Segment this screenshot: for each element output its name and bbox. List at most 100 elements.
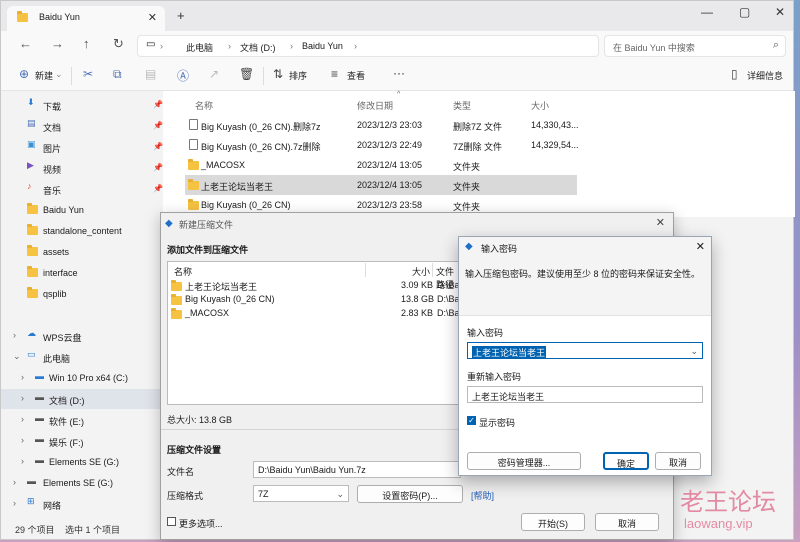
- status-item-count: 29 个项目: [15, 525, 55, 535]
- folder-icon: [27, 266, 38, 277]
- details-button[interactable]: 详细信息: [747, 69, 783, 82]
- sidebar-item-documents[interactable]: ▤ 文档 📌: [1, 116, 163, 136]
- close-window-icon[interactable]: ✕: [775, 5, 785, 19]
- more-options-checkbox[interactable]: [167, 517, 176, 526]
- format-select[interactable]: 7Z ⌄: [253, 485, 349, 502]
- column-name[interactable]: 名称: [195, 99, 213, 112]
- password-hint: 输入压缩包密码。建议使用至少 8 位的密码来保证安全性。: [465, 269, 701, 279]
- search-input[interactable]: 在 Baidu Yun 中搜索 ⌕: [604, 35, 786, 57]
- share-icon[interactable]: ↗: [209, 67, 219, 81]
- details-pane-icon: ▯: [731, 67, 738, 81]
- folder-icon: [171, 294, 182, 305]
- help-link[interactable]: [帮助]: [471, 489, 494, 502]
- tree-item-drive-c[interactable]: › ▬ Win 10 Pro x64 (C:): [1, 368, 161, 388]
- search-icon: ⌕: [772, 39, 779, 51]
- file-list-box[interactable]: 名称 大小 文件路径 上老王论坛当老王 3.09 KB D:\Bai Big K…: [167, 261, 463, 405]
- forward-icon[interactable]: →: [51, 36, 64, 51]
- cancel-button[interactable]: 取消: [655, 452, 701, 470]
- folder-icon: [188, 159, 199, 170]
- list-item[interactable]: 上老王论坛当老王 3.09 KB D:\Bai: [171, 278, 462, 292]
- navigation-pane: ⬇ 下载 📌 ▤ 文档 📌 ▣ 图片 📌 ▶ 视频 📌 ♪ 音乐 📌 Baidu Yun stand…: [1, 91, 163, 517]
- tab-baidu-yun[interactable]: Baidu Yun ✕: [7, 6, 165, 31]
- list-item[interactable]: Big Kuyash (0_26 CN) 13.8 GB D:\Bai: [171, 292, 462, 306]
- breadcrumb-this-pc[interactable]: 此电脑: [186, 41, 213, 54]
- view-button[interactable]: 查看: [347, 69, 365, 82]
- app-icon: ◆: [165, 218, 173, 229]
- sidebar-item-assets[interactable]: assets: [1, 242, 161, 262]
- file-row[interactable]: _MACOSX 2023/12/4 13:05 文件夹: [185, 155, 577, 175]
- confirm-password-input[interactable]: 上老王论坛当老王: [467, 386, 703, 403]
- sidebar-item-qsplib[interactable]: qsplib: [1, 284, 161, 304]
- file-row[interactable]: 上老王论坛当老王 2023/12/4 13:05 文件夹: [185, 175, 577, 195]
- sidebar-item-videos[interactable]: ▶ 视频 📌: [1, 158, 163, 178]
- cut-icon[interactable]: ✂: [83, 67, 93, 81]
- list-item[interactable]: _MACOSX 2.83 KB D:\Bai: [171, 306, 462, 320]
- file-row[interactable]: Big Kuyash (0_26 CN).7z删除 2023/12/3 22:4…: [185, 135, 579, 155]
- password-manager-button[interactable]: 密码管理器...: [467, 452, 581, 470]
- status-selected: 选中 1 个项目: [65, 525, 121, 535]
- close-tab-icon[interactable]: ✕: [148, 11, 157, 24]
- sidebar-item-pictures[interactable]: ▣ 图片 📌: [1, 137, 163, 157]
- ok-button[interactable]: 确定: [603, 452, 649, 470]
- up-icon[interactable]: ↑: [83, 36, 90, 51]
- tree-item-drive-g-2[interactable]: › ▬ Elements SE (G:): [1, 473, 161, 493]
- add-files-heading: 添加文件到压缩文件: [167, 245, 249, 255]
- app-icon: ◆: [465, 241, 473, 252]
- password-label: 输入密码: [467, 328, 504, 338]
- column-date[interactable]: 修改日期: [357, 99, 393, 112]
- minimize-icon[interactable]: —: [701, 5, 713, 19]
- password-input[interactable]: 上老王论坛当老王 ⌄: [467, 342, 703, 359]
- file-row[interactable]: Big Kuyash (0_26 CN).删除7z 2023/12/3 23:0…: [185, 115, 579, 135]
- tree-item-wps-cloud[interactable]: › ☁ WPS云盘: [1, 326, 161, 346]
- tree-item-drive-d[interactable]: › ▬ 文档 (D:): [1, 389, 161, 409]
- rename-icon[interactable]: Ⓐ: [177, 67, 189, 84]
- new-button[interactable]: 新建: [35, 69, 53, 82]
- copy-icon[interactable]: ⧉: [113, 67, 122, 82]
- more-icon[interactable]: ···: [393, 66, 405, 80]
- breadcrumb-drive-d[interactable]: 文档 (D:): [240, 41, 276, 54]
- monitor-icon: ▭: [146, 39, 156, 50]
- filename-label: 文件名: [167, 467, 195, 477]
- tree-item-network[interactable]: › ⊞ 网络: [1, 494, 161, 514]
- new-tab-icon[interactable]: +: [177, 8, 185, 23]
- set-password-button[interactable]: 设置密码(P)...: [357, 485, 463, 503]
- compress-dialog-title: 新建压缩文件: [179, 220, 234, 230]
- file-list: 名称 修改日期 ^ 类型 大小 Big Kuyash (0_26 CN).删除7…: [163, 91, 795, 217]
- filename-field[interactable]: D:\Baidu Yun\Baidu Yun.7z: [253, 461, 461, 478]
- watermark-url: laowang.vip: [684, 516, 753, 531]
- file-icon: [189, 119, 198, 130]
- sidebar-item-baidu-yun[interactable]: Baidu Yun: [1, 200, 161, 220]
- column-type[interactable]: 类型: [453, 99, 471, 112]
- paste-icon[interactable]: ▤: [145, 67, 156, 81]
- tree-item-this-pc[interactable]: ⌄ ▭ 此电脑: [1, 347, 161, 367]
- start-button[interactable]: 开始(S): [521, 513, 585, 531]
- sort-icon: ⇅: [273, 67, 284, 81]
- breadcrumb-baidu-yun[interactable]: Baidu Yun: [302, 41, 343, 51]
- close-icon[interactable]: ✕: [696, 240, 705, 253]
- delete-icon[interactable]: 🗑: [239, 67, 254, 81]
- command-bar: ⊕ 新建 ⌄ ✂ ⧉ ▤ Ⓐ ↗ 🗑 ⇅ 排序 ≡ 查看 ··· ▯ 详细信息: [1, 61, 793, 91]
- address-bar[interactable]: ▭ › 此电脑 › 文档 (D:) › Baidu Yun ›: [137, 35, 599, 57]
- folder-icon: [27, 245, 38, 256]
- tree-item-drive-e[interactable]: › ▬ 软件 (E:): [1, 410, 161, 430]
- format-label: 压缩格式: [167, 491, 204, 501]
- sidebar-item-music[interactable]: ♪ 音乐 📌: [1, 179, 163, 199]
- tree-item-drive-g[interactable]: › ▬ Elements SE (G:): [1, 452, 161, 472]
- sort-button[interactable]: 排序: [289, 69, 307, 82]
- refresh-icon[interactable]: ↻: [113, 36, 124, 52]
- close-icon[interactable]: ✕: [656, 216, 665, 229]
- chevron-down-icon: ⌄: [336, 489, 344, 499]
- sidebar-item-downloads[interactable]: ⬇ 下载 📌: [1, 95, 163, 115]
- folder-icon: [188, 199, 199, 210]
- show-password-checkbox[interactable]: ✓: [467, 416, 476, 425]
- folder-icon: [27, 224, 38, 235]
- column-size[interactable]: 大小: [531, 99, 549, 112]
- maximize-icon[interactable]: ▢: [739, 5, 750, 19]
- watermark-text: 老王论坛: [680, 488, 776, 516]
- back-icon[interactable]: ←: [19, 36, 32, 51]
- sidebar-item-interface[interactable]: interface: [1, 263, 161, 283]
- cancel-button[interactable]: 取消: [595, 513, 659, 531]
- sidebar-item-standalone-content[interactable]: standalone_content: [1, 221, 161, 241]
- tree-item-drive-f[interactable]: › ▬ 娱乐 (F:): [1, 431, 161, 451]
- folder-icon: [188, 179, 199, 190]
